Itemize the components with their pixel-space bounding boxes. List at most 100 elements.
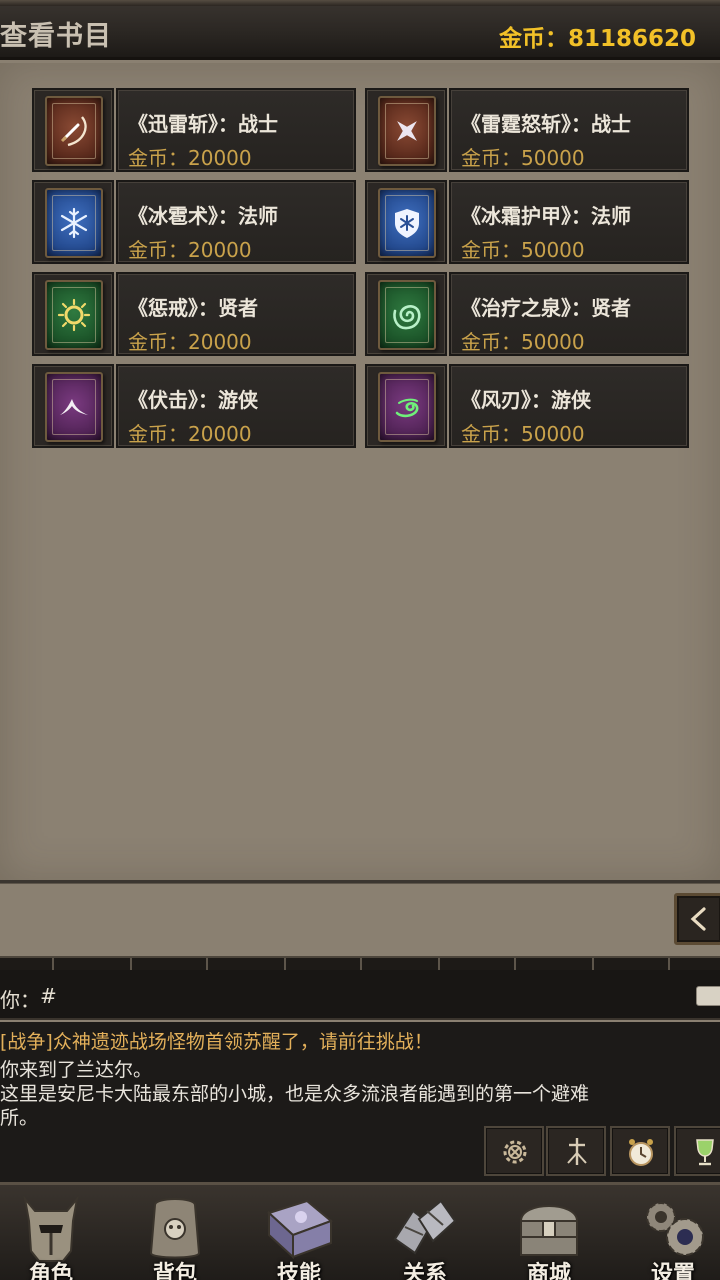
book-info: 《治疗之泉》：贤者 金币：50000 [449,272,689,356]
book-name: 《风刃》：游侠 [461,388,591,412]
command-input-row[interactable]: 你： # [0,970,720,1020]
gold-value: 81186620 [567,26,696,52]
input-prompt: 你： [0,988,40,1012]
book-item[interactable]: 《治疗之泉》：贤者 金币：50000 [365,272,689,356]
command-input[interactable]: # [40,984,57,1008]
nav-backpack[interactable]: 背包 [120,1185,230,1280]
star-cross-icon [397,121,417,141]
nav-relations[interactable]: 关系 [370,1185,480,1280]
book-name: 《冰霜护甲》：法师 [461,204,631,228]
book-name: 《伏击》：游侠 [128,388,258,412]
trophy-icon [696,1139,714,1166]
book-price: 金币：20000 [128,146,252,170]
nav-label: 技能 [276,1262,321,1280]
slash-icon [60,116,87,147]
nav-settings[interactable]: 设置 [618,1185,720,1280]
chevron-left-icon [690,907,706,931]
nav-shop[interactable]: 商城 [494,1185,604,1280]
nav-label: 背包 [152,1262,197,1280]
keyboard-icon[interactable] [696,986,720,1006]
book-info: 《冰雹术》：法师 金币：20000 [116,180,356,264]
quick-combat-button[interactable] [546,1126,606,1176]
book-info: 《风刃》：游侠 金币：50000 [449,364,689,448]
book-name: 《迅雷斩》：战士 [128,112,278,136]
book-cover-frame [365,272,447,356]
gold-label: 金币： [498,26,568,52]
sun-icon [57,298,91,332]
gauntlets-icon [393,1199,457,1255]
book-info: 《迅雷斩》：战士 金币：20000 [116,88,356,172]
book-cover [378,280,436,350]
gears-icon [646,1202,704,1256]
book-info: 《惩戒》：贤者 金币：20000 [116,272,356,356]
book-cover-frame [365,180,447,264]
settings-gear-icon [503,1140,527,1164]
log-line: 这里是安尼卡大陆最东部的小城，也是众多流浪者能遇到的第一个避难 [0,1083,590,1105]
book-item[interactable]: 《伏击》：游侠 金币：20000 [32,364,356,448]
book-item[interactable]: 《冰雹术》：法师 金币：20000 [32,180,356,264]
book-price: 金币：50000 [461,238,585,262]
book-price: 金币：20000 [128,422,252,446]
book-name: 《雷霆怒斩》：战士 [461,112,631,136]
nav-character[interactable]: 角色 [0,1185,106,1280]
swirl-icon [393,305,421,330]
book-cover-frame [365,364,447,448]
chat-tab-strip[interactable] [0,956,720,970]
book-info: 《冰霜护甲》：法师 金币：50000 [449,180,689,264]
book-cover-frame [365,88,447,172]
bottom-nav: 角色 背包 技能 关系 商城 设置 [0,1182,720,1280]
sword-icon [567,1138,587,1165]
book-list-panel: 《迅雷斩》：战士 金币：20000 《雷霆怒斩》：战士 金币：50000 《冰雹… [0,63,720,880]
book-name: 《冰雹术》：法师 [128,204,278,228]
claw-icon [60,399,88,415]
book-cover-frame [32,364,114,448]
quick-settings-button[interactable] [484,1126,544,1176]
log-line: 所。 [0,1107,39,1129]
gold-balance: 金币：81186620 [499,19,696,53]
book-cover-frame [32,180,114,264]
book-cover [45,96,103,166]
book-item[interactable]: 《冰霜护甲》：法师 金币：50000 [365,180,689,264]
spellbook-icon [267,1199,333,1260]
book-price: 金币：50000 [461,422,585,446]
book-item[interactable]: 《风刃》：游侠 金币：50000 [365,364,689,448]
book-item[interactable]: 《雷霆怒斩》：战士 金币：50000 [365,88,689,172]
book-cover-frame [32,272,114,356]
log-line: 你来到了兰达尔。 [0,1059,153,1081]
book-price: 金币：50000 [461,330,585,354]
nav-skills[interactable]: 技能 [244,1185,354,1280]
alarm-clock-icon [629,1139,653,1166]
book-cover-frame [32,88,114,172]
frost-shield-icon [395,209,419,238]
top-bar: 查看书目 金币：81186620 [0,0,720,60]
snowflake-icon [60,207,88,239]
book-name: 《治疗之泉》：贤者 [461,296,631,320]
book-cover [45,280,103,350]
book-cover [378,188,436,258]
book-price: 金币：20000 [128,238,252,262]
helmet-icon [23,1195,79,1262]
nav-label: 关系 [402,1262,447,1280]
treasure-chest-icon [519,1205,579,1256]
backpack-icon [149,1198,201,1259]
collapse-button[interactable] [674,893,720,945]
log-line: [战争]众神遗迹战场怪物首领苏醒了，请前往挑战！ [0,1031,433,1053]
nav-label: 设置 [650,1262,695,1280]
book-cover [45,372,103,442]
book-name: 《惩戒》：贤者 [128,296,258,320]
book-info: 《雷霆怒斩》：战士 金币：50000 [449,88,689,172]
quick-achievement-button[interactable] [674,1126,720,1176]
book-cover [45,188,103,258]
book-info: 《伏击》：游侠 金币：20000 [116,364,356,448]
nav-label: 商城 [526,1262,571,1280]
book-item[interactable]: 《惩戒》：贤者 金币：20000 [32,272,356,356]
quick-timer-button[interactable] [610,1126,670,1176]
book-price: 金币：50000 [461,146,585,170]
book-cover [378,372,436,442]
wind-icon [395,398,419,418]
page-title: 查看书目 [0,21,112,52]
nav-label: 角色 [28,1262,73,1280]
book-price: 金币：20000 [128,330,252,354]
book-item[interactable]: 《迅雷斩》：战士 金币：20000 [32,88,356,172]
book-cover [378,96,436,166]
